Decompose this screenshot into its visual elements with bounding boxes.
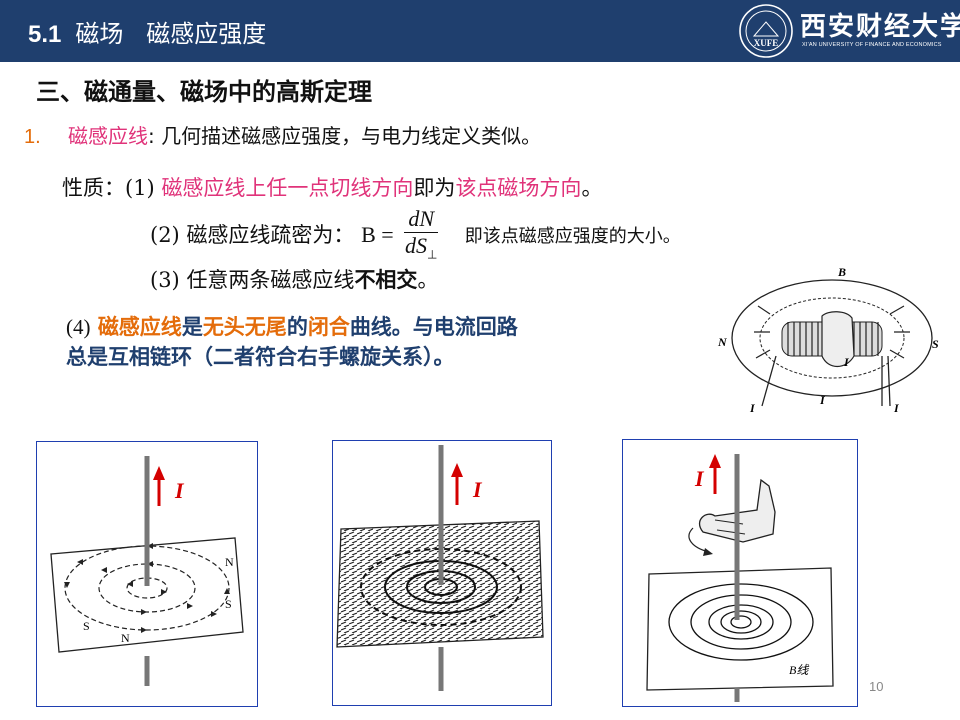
property-1-text-a: 磁感应线上任一点切线方向 [161,176,414,200]
property-1-number: (1) [125,176,155,200]
fig-a-current-label: I [174,478,185,503]
property-4-t4: 闭合 [307,315,350,339]
item-1: 1. 磁感应线: 几何描述磁感应强度，与电力线定义类似。 [24,120,541,149]
property-4-t1: 是 [181,315,203,339]
university-logo: XUFE 西安财经大学 XI'AN UNIVERSITY OF FINANCE … [736,2,960,60]
property-4-line2: 总是互相链环（二者符合右手螺旋关系）。 [66,345,455,369]
item-1-term: 磁感应线 [68,124,148,148]
property-4-number: (4) [66,315,91,339]
property-4: (4) 磁感应线是无头无尾的闭合曲线。与电流回路 总是互相链环（二者符合右手螺旋… [66,312,518,372]
fig-b-current-label: I [472,477,483,502]
figure-right-hand-rule: I B线 [622,439,858,707]
fig-c-current-label: I [694,466,705,491]
fig-a-pole-n: N [225,555,234,569]
figure-compass-field: I N S S N [36,441,258,707]
property-3-bold: 不相交 [354,267,418,292]
item-1-number: 1. [24,126,41,148]
page-number: 10 [869,679,884,694]
fig-c-field-label: B线 [789,663,809,677]
property-2-tail: 即该点磁感应强度的大小。 [464,226,681,248]
solenoid-diagram: B N S I I I I [710,252,950,418]
property-2-text: 磁感应线疏密为： [186,223,355,248]
university-emblem-icon: XUFE [739,4,793,58]
property-4-t5: 曲线。与电流回路 [349,315,518,339]
property-1: 性质：(1) 磁感应线上任一点切线方向即为该点磁场方向。 [62,172,602,202]
formula-lhs: B = [361,222,394,248]
section-title: 磁场 磁感应强度 [75,20,267,48]
formula-numerator: dN [404,206,439,233]
properties-label: 性质： [62,176,125,200]
university-english-name: XI'AN UNIVERSITY OF FINANCE AND ECONOMIC… [802,42,942,48]
property-1-text-b: 即为 [413,176,456,200]
property-3-text: 任意两条磁感应线 [186,268,355,292]
figure-iron-filings: I [332,440,552,706]
property-3: (3) 任意两条磁感应线不相交。 [150,264,438,294]
solenoid-label-b: B [837,265,846,279]
section-number: 5.1 [28,21,62,48]
property-4-t2: 无头无尾 [202,315,287,339]
property-2: (2) 磁感应线疏密为： B = dN dS⊥ 即该点磁感应强度的大小。 [150,206,681,267]
university-name: 西安财经大学 [800,12,960,42]
header-bar: 5.1 磁场 磁感应强度 XUFE 西安财经大学 XI'AN UNIVERSITY… [0,0,960,62]
formula-denominator: dS [405,233,428,258]
fig-a-pole-s2: S [83,619,90,633]
property-1-text-c: 该点磁场方向 [455,176,582,200]
density-formula: dN dS⊥ [404,206,439,267]
property-1-end: 。 [581,176,603,200]
property-3-number: (3) [150,268,180,292]
emblem-text: XUFE [754,38,779,48]
property-4-term: 磁感应线 [97,315,182,339]
solenoid-label-n: N [717,335,728,349]
slide-title: 5.1 磁场 磁感应强度 [28,14,266,49]
property-3-end: 。 [417,268,439,292]
item-1-text: : 几何描述磁感应强度，与电力线定义类似。 [148,124,542,148]
property-2-number: (2) [150,223,180,248]
formula-perp-subscript: ⊥ [427,247,438,262]
property-4-t3: 的 [286,315,308,339]
fig-a-pole-n2: N [121,631,130,645]
fig-a-pole-s: S [225,597,232,611]
section-heading: 三、磁通量、磁场中的高斯定理 [36,78,372,106]
solenoid-label-s: S [932,337,939,351]
